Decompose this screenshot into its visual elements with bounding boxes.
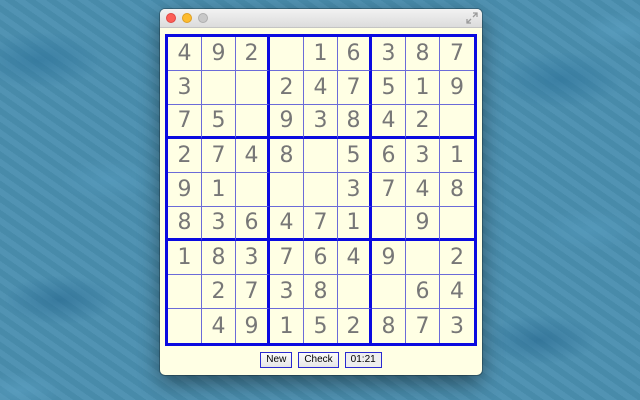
minimize-window-button[interactable] [182, 13, 192, 23]
sudoku-cell-r4-c2[interactable]: 7 [202, 139, 236, 173]
sudoku-cell-r4-c4[interactable]: 8 [270, 139, 304, 173]
sudoku-cell-r6-c4[interactable]: 4 [270, 207, 304, 241]
sudoku-cell-r1-c2[interactable]: 9 [202, 37, 236, 71]
controls-bar: New Check 01:21 [160, 352, 482, 369]
sudoku-cell-r9-c7[interactable]: 8 [372, 309, 406, 343]
sudoku-cell-r5-c4[interactable] [270, 173, 304, 207]
sudoku-cell-r1-c7[interactable]: 3 [372, 37, 406, 71]
sudoku-cell-r3-c6[interactable]: 8 [338, 105, 372, 139]
sudoku-cell-r3-c9[interactable] [440, 105, 474, 139]
sudoku-cell-r5-c2[interactable]: 1 [202, 173, 236, 207]
sudoku-cell-r9-c3[interactable]: 9 [236, 309, 270, 343]
sudoku-cell-r2-c5[interactable]: 4 [304, 71, 338, 105]
zoom-window-button[interactable] [198, 13, 208, 23]
sudoku-board: 4921638732475197593842274856319137488364… [165, 34, 477, 346]
sudoku-cell-r6-c9[interactable] [440, 207, 474, 241]
sudoku-cell-r1-c4[interactable] [270, 37, 304, 71]
sudoku-cell-r1-c9[interactable]: 7 [440, 37, 474, 71]
sudoku-cell-r4-c8[interactable]: 3 [406, 139, 440, 173]
sudoku-cell-r3-c1[interactable]: 7 [168, 105, 202, 139]
sudoku-cell-r2-c4[interactable]: 2 [270, 71, 304, 105]
sudoku-cell-r4-c6[interactable]: 5 [338, 139, 372, 173]
sudoku-cell-r6-c8[interactable]: 9 [406, 207, 440, 241]
sudoku-cell-r1-c3[interactable]: 2 [236, 37, 270, 71]
sudoku-cell-r8-c3[interactable]: 7 [236, 275, 270, 309]
sudoku-cell-r5-c8[interactable]: 4 [406, 173, 440, 207]
sudoku-cell-r2-c2[interactable] [202, 71, 236, 105]
sudoku-cell-r6-c1[interactable]: 8 [168, 207, 202, 241]
check-button[interactable]: Check [298, 352, 339, 368]
sudoku-cell-r2-c1[interactable]: 3 [168, 71, 202, 105]
sudoku-cell-r4-c3[interactable]: 4 [236, 139, 270, 173]
sudoku-cell-r9-c6[interactable]: 2 [338, 309, 372, 343]
sudoku-cell-r7-c7[interactable]: 9 [372, 241, 406, 275]
sudoku-cell-r8-c6[interactable] [338, 275, 372, 309]
close-window-button[interactable] [166, 13, 176, 23]
sudoku-cell-r9-c5[interactable]: 5 [304, 309, 338, 343]
sudoku-cell-r1-c6[interactable]: 6 [338, 37, 372, 71]
sudoku-cell-r3-c3[interactable] [236, 105, 270, 139]
sudoku-cell-r8-c1[interactable] [168, 275, 202, 309]
sudoku-cell-r5-c5[interactable] [304, 173, 338, 207]
sudoku-cell-r3-c4[interactable]: 9 [270, 105, 304, 139]
sudoku-cell-r7-c1[interactable]: 1 [168, 241, 202, 275]
sudoku-cell-r6-c3[interactable]: 6 [236, 207, 270, 241]
timer-display: 01:21 [344, 352, 382, 368]
sudoku-cell-r7-c6[interactable]: 4 [338, 241, 372, 275]
sudoku-cell-r5-c1[interactable]: 9 [168, 173, 202, 207]
sudoku-cell-r2-c8[interactable]: 1 [406, 71, 440, 105]
sudoku-cell-r6-c5[interactable]: 7 [304, 207, 338, 241]
sudoku-cell-r2-c9[interactable]: 9 [440, 71, 474, 105]
sudoku-window: 4921638732475197593842274856319137488364… [160, 9, 482, 375]
sudoku-cell-r8-c9[interactable]: 4 [440, 275, 474, 309]
sudoku-cell-r9-c8[interactable]: 7 [406, 309, 440, 343]
new-game-button[interactable]: New [260, 352, 293, 368]
sudoku-cell-r8-c8[interactable]: 6 [406, 275, 440, 309]
sudoku-cell-r5-c3[interactable] [236, 173, 270, 207]
sudoku-cell-r1-c8[interactable]: 8 [406, 37, 440, 71]
sudoku-cell-r2-c3[interactable] [236, 71, 270, 105]
sudoku-cell-r9-c4[interactable]: 1 [270, 309, 304, 343]
sudoku-cell-r6-c6[interactable]: 1 [338, 207, 372, 241]
title-bar[interactable] [160, 9, 482, 28]
sudoku-cell-r1-c5[interactable]: 1 [304, 37, 338, 71]
sudoku-cell-r9-c2[interactable]: 4 [202, 309, 236, 343]
sudoku-cell-r5-c9[interactable]: 8 [440, 173, 474, 207]
sudoku-cell-r7-c2[interactable]: 8 [202, 241, 236, 275]
sudoku-cell-r2-c6[interactable]: 7 [338, 71, 372, 105]
sudoku-cell-r3-c2[interactable]: 5 [202, 105, 236, 139]
sudoku-cell-r3-c5[interactable]: 3 [304, 105, 338, 139]
sudoku-cell-r6-c7[interactable] [372, 207, 406, 241]
sudoku-cell-r5-c6[interactable]: 3 [338, 173, 372, 207]
sudoku-cell-r5-c7[interactable]: 7 [372, 173, 406, 207]
sudoku-cell-r8-c2[interactable]: 2 [202, 275, 236, 309]
sudoku-cell-r7-c3[interactable]: 3 [236, 241, 270, 275]
sudoku-cell-r2-c7[interactable]: 5 [372, 71, 406, 105]
sudoku-cell-r4-c5[interactable] [304, 139, 338, 173]
sudoku-cell-r7-c5[interactable]: 6 [304, 241, 338, 275]
sudoku-cell-r3-c8[interactable]: 2 [406, 105, 440, 139]
fullscreen-arrows-icon[interactable] [466, 12, 478, 24]
sudoku-cell-r6-c2[interactable]: 3 [202, 207, 236, 241]
sudoku-cell-r9-c1[interactable] [168, 309, 202, 343]
sudoku-cell-r7-c4[interactable]: 7 [270, 241, 304, 275]
sudoku-cell-r4-c1[interactable]: 2 [168, 139, 202, 173]
sudoku-cell-r8-c7[interactable] [372, 275, 406, 309]
sudoku-cell-r4-c7[interactable]: 6 [372, 139, 406, 173]
sudoku-cell-r8-c4[interactable]: 3 [270, 275, 304, 309]
sudoku-cell-r1-c1[interactable]: 4 [168, 37, 202, 71]
sudoku-cell-r4-c9[interactable]: 1 [440, 139, 474, 173]
sudoku-cell-r8-c5[interactable]: 8 [304, 275, 338, 309]
sudoku-cell-r7-c9[interactable]: 2 [440, 241, 474, 275]
sudoku-cell-r3-c7[interactable]: 4 [372, 105, 406, 139]
sudoku-cell-r7-c8[interactable] [406, 241, 440, 275]
sudoku-cell-r9-c9[interactable]: 3 [440, 309, 474, 343]
